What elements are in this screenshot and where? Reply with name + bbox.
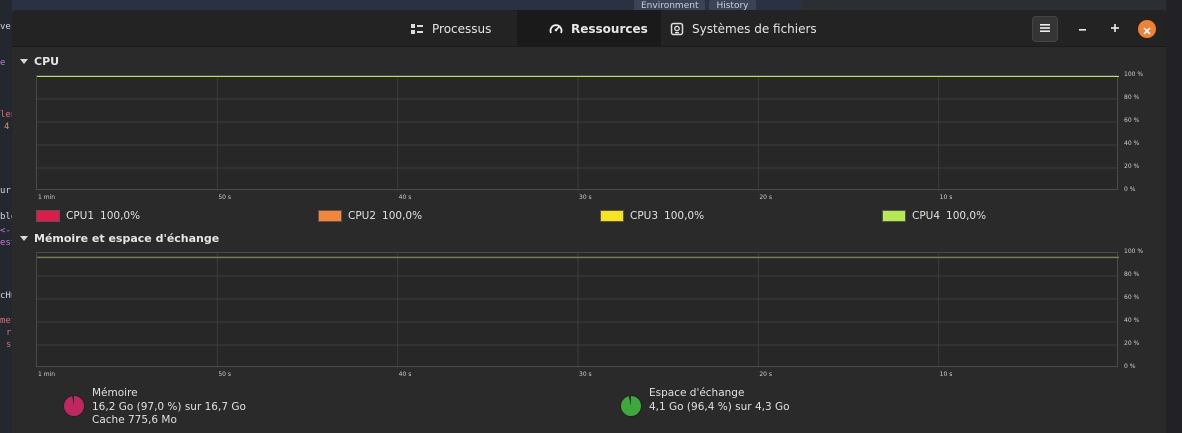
x-tick-label: 1 min — [38, 371, 56, 378]
memory-pie-icon[interactable] — [63, 395, 85, 417]
header-bar: Processus Ressources Systèmes de fichier… — [12, 10, 1166, 47]
code-fragment: met — [0, 316, 12, 326]
code-fragment: est — [0, 238, 12, 248]
maximize-button[interactable] — [1102, 16, 1128, 42]
legend-value: 100,0% — [382, 210, 423, 222]
background-code-editor: ve e len 4 ur ble <- est cHu met r s — [0, 0, 12, 433]
memory-graph-canvas — [37, 253, 1119, 368]
legend-cpu1[interactable]: CPU1 100,0% — [36, 209, 140, 223]
memory-info: Mémoire 16,2 Go (97,0 %) sur 16,7 Go Cac… — [92, 387, 246, 428]
code-fragment: 4 — [4, 122, 10, 132]
expander-triangle-icon — [20, 58, 28, 64]
process-list-icon — [410, 22, 424, 36]
memory-cache: Cache 775,6 Mo — [92, 414, 177, 426]
legend-cpu3[interactable]: CPU3 100,0% — [600, 209, 704, 223]
legend-value: 100,0% — [100, 210, 141, 222]
y-tick-label: 20 % — [1124, 163, 1140, 170]
code-fragment: ve — [0, 22, 11, 32]
legend-swatch[interactable] — [36, 210, 60, 222]
legend-value: 100,0% — [664, 210, 705, 222]
x-tick-label: 30 s — [579, 371, 592, 378]
background-window-edge — [1166, 0, 1182, 433]
x-tick-label: 50 s — [218, 194, 231, 201]
x-tick-label: 40 s — [398, 371, 412, 378]
legend-label: CPU4 — [912, 210, 941, 222]
x-tick-label: 50 s — [218, 371, 231, 378]
tab-systemes-de-fichiers[interactable]: Systèmes de fichiers — [670, 10, 830, 47]
x-tick-label: 20 s — [759, 194, 772, 201]
tab-label: Systèmes de fichiers — [692, 21, 817, 36]
code-fragment: ur — [0, 186, 11, 196]
memory-usage: 16,2 Go (97,0 %) sur 16,7 Go — [92, 400, 246, 413]
gauge-icon — [549, 22, 563, 36]
y-tick-label: 0 % — [1124, 363, 1136, 370]
legend-label: CPU3 — [630, 210, 659, 222]
code-fragment: len — [0, 110, 12, 120]
tab-label: Ressources — [571, 21, 648, 36]
swap-pie-icon[interactable] — [620, 395, 642, 417]
y-tick-label: 60 % — [1124, 117, 1140, 124]
x-tick-label: 10 s — [939, 194, 953, 201]
y-tick-label: 100 % — [1124, 248, 1144, 255]
minimize-icon — [1078, 21, 1088, 37]
code-fragment: e — [0, 58, 6, 68]
cpu-history-graph — [36, 75, 1119, 191]
system-monitor-window: Processus Ressources Systèmes de fichier… — [12, 10, 1166, 433]
x-tick-label: 30 s — [579, 194, 592, 201]
y-tick-label: 100 % — [1124, 71, 1144, 78]
close-button[interactable] — [1138, 20, 1156, 38]
code-fragment: cHu — [0, 291, 12, 301]
y-tick-label: 0 % — [1124, 186, 1136, 193]
memory-label: Mémoire — [92, 387, 138, 399]
legend-cpu4[interactable]: CPU4 100,0% — [882, 209, 986, 223]
legend-swatch[interactable] — [882, 210, 906, 222]
disk-icon — [670, 22, 684, 36]
minimize-button[interactable] — [1070, 16, 1096, 42]
legend-label: CPU2 — [348, 210, 377, 222]
y-tick-label: 40 % — [1124, 317, 1140, 324]
y-tick-label: 80 % — [1124, 94, 1140, 101]
code-fragment: s — [6, 340, 12, 350]
code-fragment: ble — [0, 212, 12, 222]
plus-icon — [1110, 21, 1120, 37]
swap-label: Espace d'échange — [649, 387, 745, 399]
close-icon — [1143, 20, 1151, 39]
legend-swatch[interactable] — [600, 210, 624, 222]
y-tick-label: 40 % — [1124, 140, 1140, 147]
hamburger-icon — [1040, 21, 1050, 37]
memory-section-header[interactable]: Mémoire et espace d'échange — [20, 230, 219, 246]
swap-info: Espace d'échange 4,1 Go (96,4 %) sur 4,3… — [649, 387, 790, 414]
y-tick-label: 20 % — [1124, 340, 1140, 347]
tab-ressources[interactable]: Ressources — [517, 10, 661, 47]
x-tick-label: 40 s — [398, 194, 412, 201]
code-fragment: r — [6, 328, 12, 338]
legend-value: 100,0% — [946, 210, 987, 222]
tab-label: Processus — [432, 21, 492, 36]
legend-cpu2[interactable]: CPU2 100,0% — [318, 209, 422, 223]
cpu-graph-canvas — [37, 76, 1119, 191]
code-fragment: <- — [0, 226, 11, 236]
x-tick-label: 20 s — [759, 371, 772, 378]
memory-section-title: Mémoire et espace d'échange — [34, 231, 220, 245]
memory-history-graph — [36, 252, 1119, 368]
cpu-section-title: CPU — [34, 54, 60, 68]
y-tick-label: 60 % — [1124, 294, 1140, 301]
expander-triangle-icon — [20, 235, 28, 241]
x-tick-label: 10 s — [939, 371, 953, 378]
legend-swatch[interactable] — [318, 210, 342, 222]
cpu-section-header[interactable]: CPU — [20, 53, 59, 69]
tab-processus[interactable]: Processus — [398, 10, 518, 47]
legend-label: CPU1 — [66, 210, 95, 222]
y-tick-label: 80 % — [1124, 271, 1140, 278]
swap-usage: 4,1 Go (96,4 %) sur 4,3 Go — [649, 400, 790, 413]
x-tick-label: 1 min — [38, 194, 56, 201]
menu-button[interactable] — [1032, 16, 1058, 42]
